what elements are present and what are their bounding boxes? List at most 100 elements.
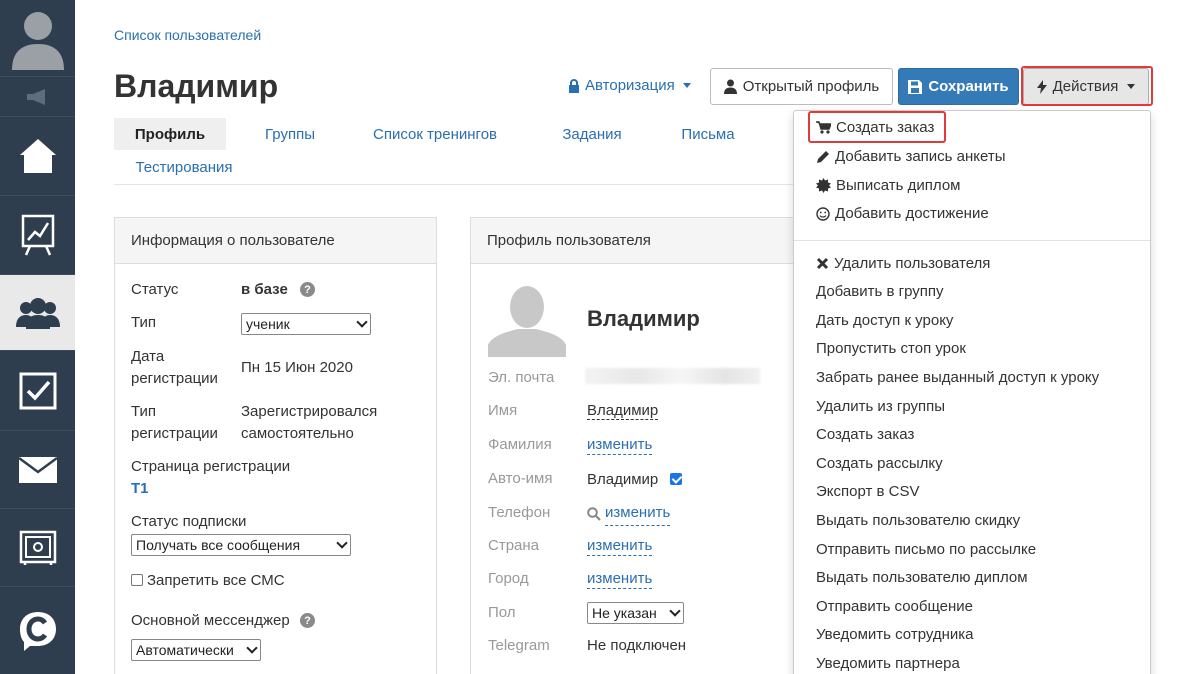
chevron-down-icon [669, 605, 681, 617]
menu-item-export-csv[interactable]: Экспорт в CSV [816, 483, 920, 500]
city-change-link[interactable]: изменить [587, 570, 653, 589]
authorization-dropdown[interactable]: Авторизация [568, 77, 691, 94]
menu-item-give-discount[interactable]: Выдать пользователю скидку [816, 512, 1020, 529]
country-label: Страна [488, 537, 540, 554]
user-avatar-icon [11, 12, 64, 70]
open-profile-button[interactable]: Открытый профиль [710, 68, 893, 105]
country-change-link[interactable]: изменить [587, 537, 653, 556]
caret-down-icon [682, 83, 691, 88]
status-label: Статус [131, 281, 179, 298]
city-label: Город [488, 570, 529, 587]
help-icon[interactable]: ? [300, 282, 315, 297]
messenger-select[interactable]: Автоматически [131, 639, 261, 661]
actions-dropdown-menu: Создать заказ Добавить запись анкеты Вып… [793, 110, 1151, 674]
subscription-status-select[interactable]: Получать все сообщения [131, 534, 351, 556]
menu-item-send-mailing-letter[interactable]: Отправить письмо по рассылке [816, 541, 1036, 558]
auto-name-checkbox[interactable] [670, 473, 683, 485]
menu-item-create-order-top[interactable]: Создать заказ [816, 119, 934, 136]
reg-type-label-line2: регистрации [131, 425, 218, 442]
save-button[interactable]: Сохранить [898, 68, 1019, 105]
close-icon [816, 257, 829, 270]
tab-letters[interactable]: Письма [664, 118, 752, 150]
tab-testing[interactable]: Тестирования [122, 151, 246, 183]
type-label: Тип [131, 314, 157, 331]
reg-page-link[interactable]: T1 [131, 478, 149, 500]
phone-row: изменить [587, 502, 671, 526]
menu-item-issue-diploma[interactable]: Выписать диплом [816, 177, 960, 194]
messenger-select-value: Автоматически [136, 642, 234, 658]
safe-icon [19, 530, 56, 565]
sidebar-avatar[interactable] [0, 0, 75, 77]
phone-change-link[interactable]: изменить [605, 502, 671, 526]
menu-item-delete-user[interactable]: Удалить пользователя [816, 255, 990, 272]
last-name-label: Фамилия [488, 436, 552, 453]
last-name-change-link[interactable]: изменить [587, 436, 653, 455]
menu-divider [794, 240, 1150, 241]
menu-item-notify-employee[interactable]: Уведомить сотрудника [816, 626, 974, 643]
menu-item-label: Создать заказ [836, 119, 935, 136]
telegram-label: Telegram [488, 637, 550, 654]
auto-name-row: Владимир [587, 469, 686, 491]
type-select[interactable]: ученик [241, 313, 371, 335]
pencil-icon [817, 150, 829, 163]
actions-label: Действия [1052, 78, 1119, 95]
sidebar-item-statistics[interactable] [0, 196, 75, 275]
block-sms-checkbox[interactable] [131, 574, 143, 586]
menu-item-grant-lesson-access[interactable]: Дать доступ к уроку [816, 312, 953, 329]
left-sidebar [0, 0, 75, 674]
megaphone-icon [26, 88, 45, 105]
sidebar-logo[interactable] [0, 587, 75, 674]
checkbox-icon [19, 372, 56, 409]
search-icon[interactable] [587, 507, 601, 521]
tab-profile[interactable]: Профиль [114, 118, 226, 150]
caret-down-icon [1127, 84, 1136, 89]
menu-item-skip-stop-lesson[interactable]: Пропустить стоп урок [816, 340, 966, 357]
sidebar-item-announcements[interactable] [0, 77, 75, 117]
sidebar-item-tasks[interactable] [0, 351, 75, 431]
chevron-down-icon [246, 642, 258, 654]
smile-icon [816, 206, 830, 221]
profile-photo-placeholder-icon[interactable] [488, 283, 566, 357]
actions-dropdown-button[interactable]: Действия [1023, 68, 1149, 105]
reg-date-label-line2: регистрации [131, 370, 218, 387]
block-sms-label: Запретить все СМС [147, 572, 285, 589]
menu-item-create-mailing[interactable]: Создать рассылку [816, 455, 943, 472]
first-name-value[interactable]: Владимир [587, 402, 659, 420]
menu-item-remove-from-group[interactable]: Удалить из группы [816, 398, 945, 415]
menu-item-revoke-lesson-access[interactable]: Забрать ранее выданный доступ к уроку [816, 369, 1099, 386]
reg-type-value-line1: Зарегистрировался [241, 403, 378, 420]
getcourse-logo-icon [19, 611, 56, 651]
tab-assignments[interactable]: Задания [544, 118, 640, 150]
sidebar-item-home[interactable] [0, 117, 75, 196]
gender-select[interactable]: Не указан [587, 602, 684, 624]
reg-date-label-line1: Дата [131, 348, 165, 365]
sidebar-item-safe[interactable] [0, 509, 75, 587]
sidebar-item-mail[interactable] [0, 431, 75, 509]
telegram-value: Не подключен [587, 637, 687, 654]
reg-type-label-line1: Тип [131, 403, 157, 420]
chart-board-icon [21, 214, 54, 256]
status-value: в базе [241, 281, 288, 298]
menu-item-add-survey-record[interactable]: Добавить запись анкеты [816, 148, 1006, 165]
lock-icon [569, 78, 579, 93]
help-icon[interactable]: ? [300, 613, 315, 628]
gender-select-value: Не указан [592, 605, 657, 621]
breadcrumb-users-list[interactable]: Список пользователей [114, 27, 261, 43]
menu-item-send-message[interactable]: Отправить сообщение [816, 598, 973, 615]
menu-item-label: Добавить запись анкеты [835, 148, 1006, 165]
phone-label: Телефон [488, 504, 551, 521]
menu-item-give-diploma[interactable]: Выдать пользователю диплом [816, 569, 1028, 586]
menu-item-add-achievement[interactable]: Добавить достижение [816, 205, 989, 222]
tab-groups[interactable]: Группы [242, 118, 338, 150]
block-sms-checkbox-row[interactable]: Запретить все СМС [131, 570, 285, 592]
menu-item-add-to-group[interactable]: Добавить в группу [816, 283, 944, 300]
menu-item-create-order[interactable]: Создать заказ [816, 426, 914, 443]
sidebar-item-users[interactable] [0, 275, 75, 351]
auto-name-value: Владимир [587, 471, 659, 488]
tab-trainings[interactable]: Список тренингов [360, 118, 510, 150]
menu-item-label: Добавить достижение [835, 205, 989, 222]
subscription-status-value: Получать все сообщения [136, 537, 301, 553]
menu-item-notify-partner[interactable]: Уведомить партнера [816, 655, 960, 672]
user-icon [723, 79, 737, 94]
chevron-down-icon [356, 316, 368, 328]
